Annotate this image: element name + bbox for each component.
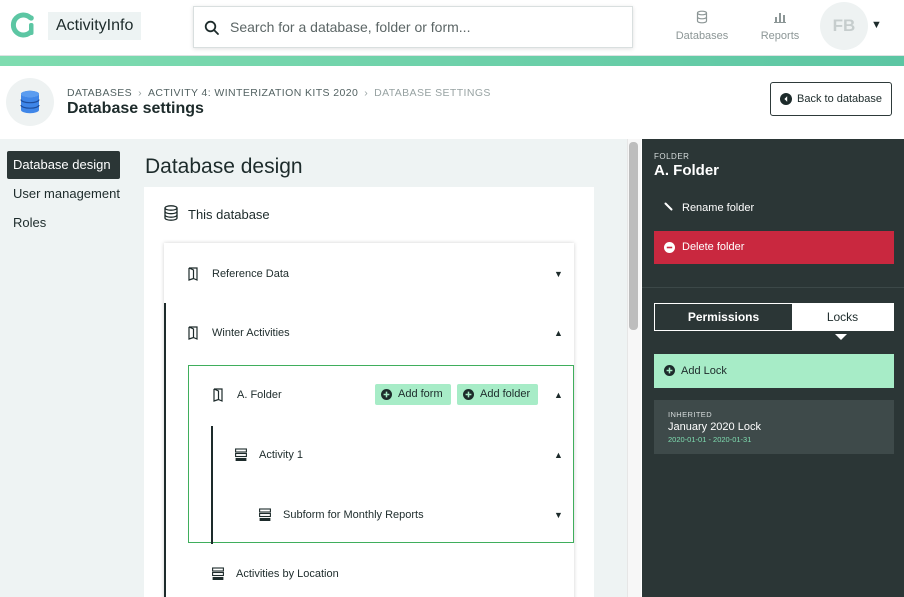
tree-label: Winter Activities bbox=[212, 327, 290, 339]
plus-circle-icon bbox=[463, 389, 474, 400]
sidebar-item-roles[interactable]: Roles bbox=[7, 209, 46, 237]
tree-row-activity-1[interactable]: Activity 1 ▲ bbox=[235, 446, 563, 466]
tree-row-winter-activities[interactable]: Winter Activities ▲ bbox=[188, 324, 564, 344]
tree-label: Activity 1 bbox=[259, 449, 304, 461]
nav-reports-label: Reports bbox=[760, 30, 800, 42]
breadcrumb-database[interactable]: ACTIVITY 4: WINTERIZATION KITS 2020 bbox=[148, 87, 358, 99]
section-title: Database design bbox=[145, 155, 303, 178]
tree-label: A. Folder bbox=[237, 389, 282, 401]
search-icon bbox=[204, 20, 219, 35]
breadcrumb-databases[interactable]: DATABASES bbox=[67, 87, 132, 99]
database-card: This database Reference Data ▼ Winter Ac… bbox=[144, 187, 594, 597]
form-icon bbox=[259, 508, 271, 521]
add-lock-button[interactable]: Add Lock bbox=[654, 354, 894, 388]
chevron-down-icon[interactable]: ▼ bbox=[871, 19, 882, 31]
caret-up-icon[interactable]: ▲ bbox=[554, 328, 563, 338]
breadcrumb-current: DATABASE SETTINGS bbox=[374, 87, 491, 99]
lock-date-range: 2020-01-01 - 2020-01-31 bbox=[668, 435, 752, 444]
form-icon bbox=[212, 567, 224, 580]
scrollbar-thumb[interactable] bbox=[629, 142, 638, 330]
sidebar-item-user-management[interactable]: User management bbox=[7, 180, 120, 208]
search-input[interactable] bbox=[230, 7, 626, 47]
database-avatar bbox=[6, 78, 54, 126]
top-bar: ActivityInfo Databases Reports FB ▼ bbox=[0, 0, 904, 56]
this-database-label: This database bbox=[188, 207, 270, 222]
folder-tree: Reference Data ▼ Winter Activities ▲ A. … bbox=[164, 243, 574, 597]
back-button-label: Back to database bbox=[797, 93, 883, 105]
minus-circle-icon bbox=[664, 242, 675, 253]
rename-folder-button[interactable]: Rename folder bbox=[664, 202, 754, 214]
add-folder-button[interactable]: Add folder bbox=[457, 384, 539, 405]
delete-folder-button[interactable]: Delete folder bbox=[654, 231, 894, 264]
search-box[interactable] bbox=[193, 6, 633, 48]
caret-up-icon[interactable]: ▲ bbox=[554, 450, 563, 460]
folder-details-panel: FOLDER A. Folder Rename folder Delete fo… bbox=[642, 139, 904, 597]
nav-databases-label: Databases bbox=[675, 30, 729, 42]
caret-down-icon[interactable]: ▼ bbox=[554, 269, 563, 279]
bar-chart-icon bbox=[774, 13, 786, 23]
lock-inherited-label: INHERITED bbox=[668, 410, 713, 419]
add-folder-label: Add folder bbox=[480, 388, 531, 400]
panel-tabs: Permissions Locks bbox=[654, 303, 894, 331]
delete-folder-label: Delete folder bbox=[682, 241, 745, 253]
add-form-button[interactable]: Add form bbox=[375, 384, 451, 405]
tree-row-reference-data[interactable]: Reference Data ▼ bbox=[188, 265, 564, 285]
back-to-database-button[interactable]: Back to database bbox=[770, 82, 892, 116]
tree-row-subform[interactable]: Subform for Monthly Reports ▼ bbox=[259, 506, 563, 526]
breadcrumb: DATABASES › ACTIVITY 4: WINTERIZATION KITS… bbox=[67, 87, 491, 99]
breadcrumb-separator: › bbox=[138, 87, 142, 99]
sidebar-item-database-design[interactable]: Database design bbox=[7, 151, 120, 179]
form-icon bbox=[235, 448, 247, 461]
accent-strip bbox=[0, 56, 904, 66]
activityinfo-logo-icon[interactable] bbox=[10, 12, 36, 38]
selected-folder-box: A. Folder ▲ Add form Add folder Activity… bbox=[188, 365, 574, 544]
tab-permissions[interactable]: Permissions bbox=[655, 304, 792, 330]
folder-icon bbox=[188, 267, 198, 281]
plus-circle-icon bbox=[664, 365, 675, 376]
tree-label: Reference Data bbox=[212, 268, 290, 280]
lock-card[interactable]: INHERITED January 2020 Lock 2020-01-01 -… bbox=[654, 400, 894, 454]
lock-name: January 2020 Lock bbox=[668, 421, 761, 433]
page-header: DATABASES › ACTIVITY 4: WINTERIZATION KITS… bbox=[0, 66, 904, 139]
tree-branch-line bbox=[211, 426, 213, 544]
tree-branch-line bbox=[164, 303, 166, 597]
folder-icon bbox=[213, 388, 223, 402]
database-stack-icon bbox=[20, 90, 40, 114]
add-form-label: Add form bbox=[398, 388, 443, 400]
database-icon bbox=[164, 205, 178, 221]
caret-down-icon[interactable]: ▼ bbox=[554, 510, 563, 520]
main-content: Database design This database Reference … bbox=[130, 139, 627, 597]
tab-locks[interactable]: Locks bbox=[792, 304, 893, 330]
add-lock-label: Add Lock bbox=[681, 365, 727, 377]
tree-label: Activities by Location bbox=[236, 568, 339, 580]
tree-label: Subform for Monthly Reports bbox=[283, 509, 424, 521]
database-icon bbox=[696, 10, 708, 24]
nav-databases[interactable]: Databases bbox=[672, 8, 732, 50]
rename-folder-label: Rename folder bbox=[682, 202, 755, 214]
pencil-icon bbox=[664, 202, 673, 211]
page-title: Database settings bbox=[67, 100, 204, 117]
settings-sidebar: Database design User management Roles bbox=[0, 139, 130, 597]
tree-row-activities-by-location[interactable]: Activities by Location bbox=[212, 565, 564, 585]
arrow-left-circle-icon bbox=[780, 93, 792, 105]
panel-divider bbox=[642, 287, 904, 288]
folder-icon bbox=[188, 326, 198, 340]
avatar[interactable]: FB bbox=[820, 2, 868, 50]
plus-circle-icon bbox=[381, 389, 392, 400]
panel-title: A. Folder bbox=[654, 162, 720, 179]
this-database-header: This database bbox=[164, 205, 270, 222]
caret-up-icon[interactable]: ▲ bbox=[554, 390, 563, 400]
breadcrumb-separator: › bbox=[364, 87, 369, 99]
active-tab-indicator bbox=[835, 334, 847, 340]
panel-kicker: FOLDER bbox=[654, 152, 690, 161]
nav-reports[interactable]: Reports bbox=[750, 8, 810, 50]
app-name[interactable]: ActivityInfo bbox=[48, 12, 142, 40]
